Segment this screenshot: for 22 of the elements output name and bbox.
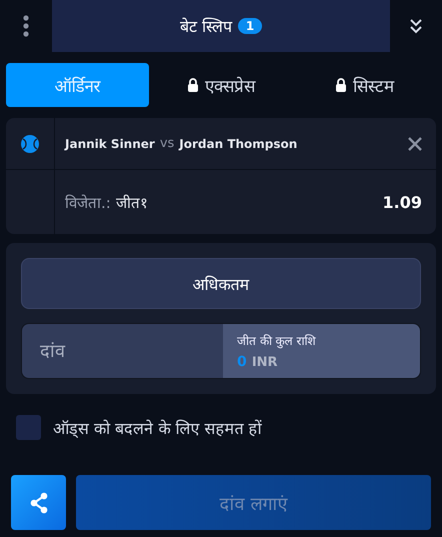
bet-type-tab[interactable]: सिस्टम [292,63,436,107]
lock-icon [186,78,199,92]
team-name: Jannik Sinner [65,136,155,150]
share-icon [28,492,48,514]
collapse-icon[interactable] [409,18,423,34]
versus-label: vs [160,136,174,151]
bet-type-tab[interactable]: एक्सप्रेस [149,63,293,107]
share-button[interactable] [11,475,66,530]
market-value: जीत१ [116,193,148,212]
accept-odds-label: ऑड्स को बदलने के लिए सहमत हों [53,418,262,438]
odds-value: 1.09 [382,192,422,212]
market-label: विजेता.: [65,193,111,212]
checkbox[interactable] [16,415,41,440]
close-icon [408,136,422,150]
lock-icon [334,78,347,92]
max-button[interactable]: अधिकतम [21,258,421,309]
more-menu-icon[interactable] [23,15,29,37]
bet-slip-title: बेट स्लिप [180,16,232,37]
tennis-ball-icon [21,134,39,152]
team-name: Jordan Thompson [179,136,298,150]
count-badge: 1 [238,18,262,34]
close-button[interactable] [408,136,422,150]
